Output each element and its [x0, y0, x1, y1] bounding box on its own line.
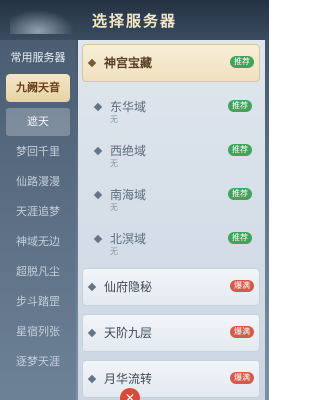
sidebar-item-budou[interactable]: 步斗踏罡 — [6, 288, 70, 316]
server-item-nanhai[interactable]: 南海域 无 推荐 — [88, 176, 258, 214]
server-group-shengong[interactable]: 神宫宝藏 推荐 — [82, 44, 260, 82]
server-select-screen: 选择服务器 常用服务器 九阙天音 遮天 梦回千里 仙路漫漫 天涯追梦 神域无边 … — [0, 0, 269, 400]
sidebar-item-xingxiu[interactable]: 星宿列张 — [6, 318, 70, 346]
server-item-donghua[interactable]: 东华域 无 推荐 — [88, 88, 258, 126]
diamond-bullet-icon — [93, 102, 103, 112]
server-status: 无 — [110, 203, 118, 212]
server-status: 无 — [110, 247, 118, 256]
diamond-bullet-icon — [87, 58, 97, 68]
header-bar: 选择服务器 — [0, 0, 269, 40]
server-status: 无 — [110, 115, 118, 124]
server-group-tianjie[interactable]: 天阶九层 爆满 — [82, 314, 260, 352]
page-title: 选择服务器 — [91, 12, 177, 30]
diamond-bullet-icon — [87, 282, 97, 292]
server-status: 无 — [110, 159, 118, 168]
diamond-bullet-icon — [87, 374, 97, 384]
recommend-badge: 推荐 — [228, 144, 252, 156]
sidebar-item-zhetian[interactable]: 遮天 — [6, 108, 70, 136]
server-group-yuehua[interactable]: 月华流转 爆满 — [82, 360, 260, 398]
recommend-badge: 推荐 — [228, 232, 252, 244]
diamond-bullet-icon — [93, 234, 103, 244]
server-name: 西绝域 — [110, 144, 147, 158]
server-name: 东华域 — [110, 100, 147, 114]
server-item-beiming[interactable]: 北溟域 无 推荐 — [88, 220, 258, 258]
sidebar-item-jiuque[interactable]: 九阙天音 — [6, 74, 70, 102]
server-group-name: 天阶九层 — [104, 326, 153, 340]
sidebar-item-xianlu[interactable]: 仙路漫漫 — [6, 168, 70, 196]
server-group-name: 仙府隐秘 — [104, 280, 153, 294]
sidebar-item-shenyu[interactable]: 神域无边 — [6, 228, 70, 256]
diamond-bullet-icon — [87, 328, 97, 338]
diamond-bullet-icon — [93, 190, 103, 200]
sidebar-item-tianya[interactable]: 天涯追梦 — [6, 198, 70, 226]
sidebar-item-zhumeng[interactable]: 逐梦天涯 — [6, 348, 70, 376]
server-list-panel: 神宫宝藏 推荐 东华域 无 推荐 西绝域 无 推荐 南海域 无 推荐 北溟域 无… — [78, 40, 265, 400]
server-item-xijue[interactable]: 西绝域 无 推荐 — [88, 132, 258, 170]
full-badge: 爆满 — [230, 372, 254, 384]
full-badge: 爆满 — [230, 326, 254, 338]
server-name: 北溟域 — [110, 232, 147, 246]
recommend-badge: 推荐 — [228, 188, 252, 200]
sidebar-title: 常用服务器 — [10, 51, 66, 64]
diamond-bullet-icon — [93, 146, 103, 156]
sidebar-item-menghui[interactable]: 梦回千里 — [6, 138, 70, 166]
server-group-name: 月华流转 — [104, 372, 153, 386]
sidebar-item-chaotuo[interactable]: 超脱凡尘 — [6, 258, 70, 286]
sidebar: 常用服务器 九阙天音 遮天 梦回千里 仙路漫漫 天涯追梦 神域无边 超脱凡尘 步… — [0, 40, 76, 400]
server-group-xianfu[interactable]: 仙府隐秘 爆满 — [82, 268, 260, 306]
recommend-badge: 推荐 — [230, 56, 254, 68]
recommend-badge: 推荐 — [228, 100, 252, 112]
server-group-name: 神宫宝藏 — [104, 56, 153, 70]
server-name: 南海域 — [110, 188, 147, 202]
full-badge: 爆满 — [230, 280, 254, 292]
